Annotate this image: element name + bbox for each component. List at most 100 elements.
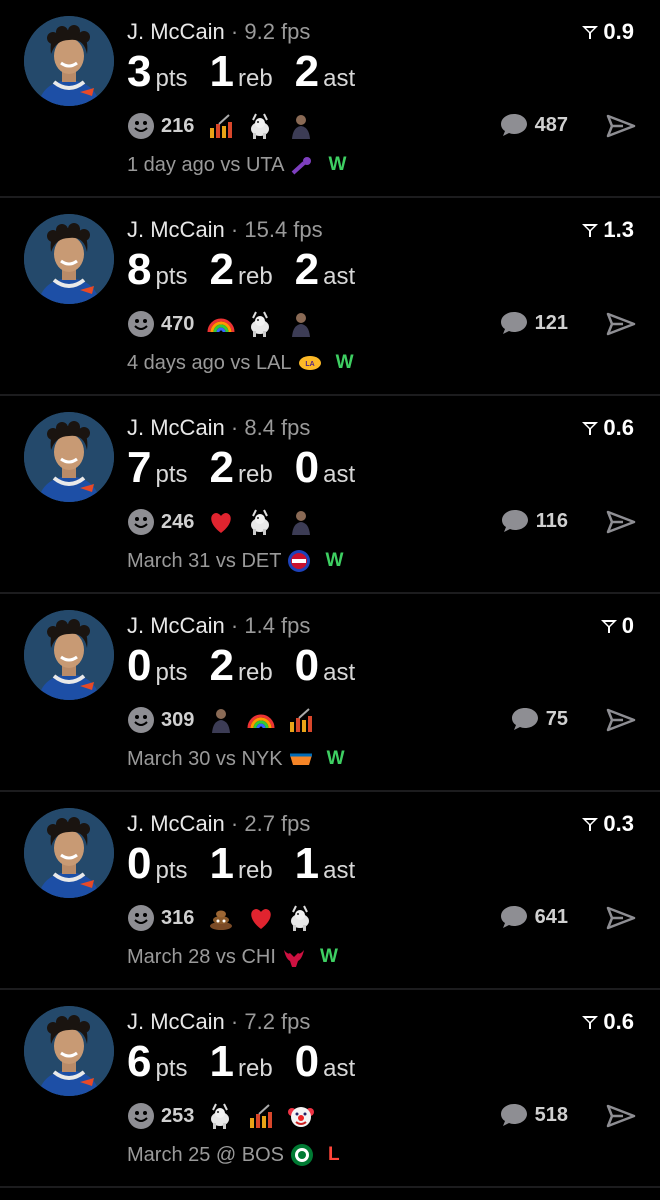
player-name[interactable]: J. McCain	[127, 217, 225, 242]
rebounds-stat: 2 reb	[210, 644, 273, 688]
player-avatar[interactable]	[24, 610, 114, 700]
reaction-count[interactable]: 470	[161, 313, 194, 336]
paper-plane-icon[interactable]	[606, 707, 636, 733]
fps-value: · 15.4 fps	[230, 217, 323, 242]
player-name[interactable]: J. McCain	[127, 811, 225, 836]
game-info[interactable]: March 31 vs DET W	[127, 549, 343, 573]
rating-value[interactable]: 0.6	[581, 1009, 634, 1035]
reaction-count[interactable]: 309	[161, 709, 194, 732]
player-name[interactable]: J. McCain	[127, 19, 225, 44]
stat-line: 8 pts 2 reb 2 ast	[127, 248, 377, 292]
player-avatar[interactable]	[24, 16, 114, 106]
paper-plane-icon[interactable]	[606, 311, 636, 337]
rating-number: 0	[621, 613, 634, 638]
rating-value[interactable]: 1.3	[581, 217, 634, 243]
rebounds-label: reb	[237, 65, 273, 92]
game-result: W	[335, 352, 354, 373]
game-card[interactable]: J. McCain · 9.2 fps 0.9 3 pts 1 reb 2 ast 2…	[0, 0, 660, 198]
person-icon[interactable]	[206, 705, 236, 735]
points-value: 7	[127, 443, 152, 492]
heart-icon[interactable]	[206, 507, 236, 537]
points-label: pts	[155, 461, 188, 488]
game-info[interactable]: 4 days ago vs LAL LA W	[127, 351, 354, 375]
rebounds-stat: 1 reb	[210, 50, 273, 94]
game-result: W	[325, 550, 344, 571]
stat-line: 0 pts 1 reb 1 ast	[127, 842, 377, 886]
reaction-count[interactable]: 316	[161, 907, 194, 930]
rating-value[interactable]: 0	[600, 613, 634, 639]
points-label: pts	[155, 263, 188, 290]
goat-icon[interactable]	[246, 309, 276, 339]
player-avatar[interactable]	[24, 808, 114, 898]
paper-plane-icon[interactable]	[606, 509, 636, 535]
comments-button[interactable]: 121	[499, 310, 568, 336]
game-card[interactable]: J. McCain · 8.4 fps 0.6 7 pts 2 reb 0 ast 2…	[0, 396, 660, 594]
smiley-icon[interactable]	[127, 310, 155, 338]
game-info[interactable]: March 25 @ BOS L	[127, 1143, 340, 1167]
player-avatar[interactable]	[24, 214, 114, 304]
reactions-row: 216	[127, 110, 326, 142]
comments-button[interactable]: 116	[500, 508, 568, 534]
game-card[interactable]: J. McCain · 1.4 fps 0 0 pts 2 reb 0 ast 309…	[0, 594, 660, 792]
rating-value[interactable]: 0.6	[581, 415, 634, 441]
rating-value[interactable]: 0.3	[581, 811, 634, 837]
chart-icon[interactable]	[206, 111, 236, 141]
goat-icon[interactable]	[206, 1101, 236, 1131]
stat-line: 6 pts 1 reb 0 ast	[127, 1040, 377, 1084]
nyk-logo	[289, 747, 313, 771]
person-icon[interactable]	[286, 309, 316, 339]
smiley-icon[interactable]	[127, 508, 155, 536]
rating-value[interactable]: 0.9	[581, 19, 634, 45]
comments-button[interactable]: 75	[510, 706, 568, 732]
player-name[interactable]: J. McCain	[127, 415, 225, 440]
rainbow-icon[interactable]	[206, 309, 236, 339]
comments-button[interactable]: 487	[499, 112, 568, 138]
goat-icon[interactable]	[286, 903, 316, 933]
reaction-count[interactable]: 253	[161, 1105, 194, 1128]
smiley-icon[interactable]	[127, 1102, 155, 1130]
game-info[interactable]: 1 day ago vs UTA W	[127, 153, 346, 177]
game-card[interactable]: J. McCain · 2.7 fps 0.3 0 pts 1 reb 1 ast 3…	[0, 792, 660, 990]
assists-value: 2	[294, 245, 320, 294]
smiley-icon[interactable]	[127, 112, 155, 140]
points-stat: 6 pts	[127, 1040, 188, 1084]
heart-icon[interactable]	[246, 903, 276, 933]
chart-icon[interactable]	[286, 705, 316, 735]
goat-icon[interactable]	[246, 111, 276, 141]
player-name[interactable]: J. McCain	[127, 613, 225, 638]
rating-number: 0.6	[603, 415, 634, 440]
paper-plane-icon[interactable]	[606, 1103, 636, 1129]
reaction-count[interactable]: 246	[161, 511, 194, 534]
player-avatar[interactable]	[24, 412, 114, 502]
game-info[interactable]: March 30 vs NYK W	[127, 747, 345, 771]
points-value: 8	[127, 245, 152, 294]
clown-icon[interactable]	[286, 1101, 316, 1131]
player-name[interactable]: J. McCain	[127, 1009, 225, 1034]
rainbow-icon[interactable]	[246, 705, 276, 735]
smiley-icon[interactable]	[127, 904, 155, 932]
player-avatar[interactable]	[24, 1006, 114, 1096]
poop-icon[interactable]	[206, 903, 236, 933]
rebounds-label: reb	[237, 461, 273, 488]
assists-stat: 0 ast	[295, 1040, 356, 1084]
reaction-count[interactable]: 216	[161, 115, 194, 138]
comments-button[interactable]: 641	[499, 904, 568, 930]
goat-icon[interactable]	[246, 507, 276, 537]
assists-value: 0	[294, 641, 320, 690]
rebounds-label: reb	[237, 1055, 273, 1082]
game-date-opponent: March 25 @ BOS	[127, 1143, 285, 1166]
chart-icon[interactable]	[246, 1101, 276, 1131]
points-label: pts	[155, 857, 188, 884]
person-icon[interactable]	[286, 507, 316, 537]
assists-value: 0	[294, 1037, 320, 1086]
comments-button[interactable]: 518	[499, 1102, 568, 1128]
smiley-icon[interactable]	[127, 706, 155, 734]
speech-bubble-icon	[500, 1104, 527, 1126]
game-info[interactable]: March 28 vs CHI W	[127, 945, 338, 969]
game-card[interactable]: J. McCain · 7.2 fps 0.6 6 pts 1 reb 0 ast 2…	[0, 990, 660, 1188]
paper-plane-icon[interactable]	[606, 905, 636, 931]
game-card[interactable]: J. McCain · 15.4 fps 1.3 8 pts 2 reb 2 ast …	[0, 198, 660, 396]
paper-plane-icon[interactable]	[606, 113, 636, 139]
points-value: 0	[127, 641, 152, 690]
person-icon[interactable]	[286, 111, 316, 141]
